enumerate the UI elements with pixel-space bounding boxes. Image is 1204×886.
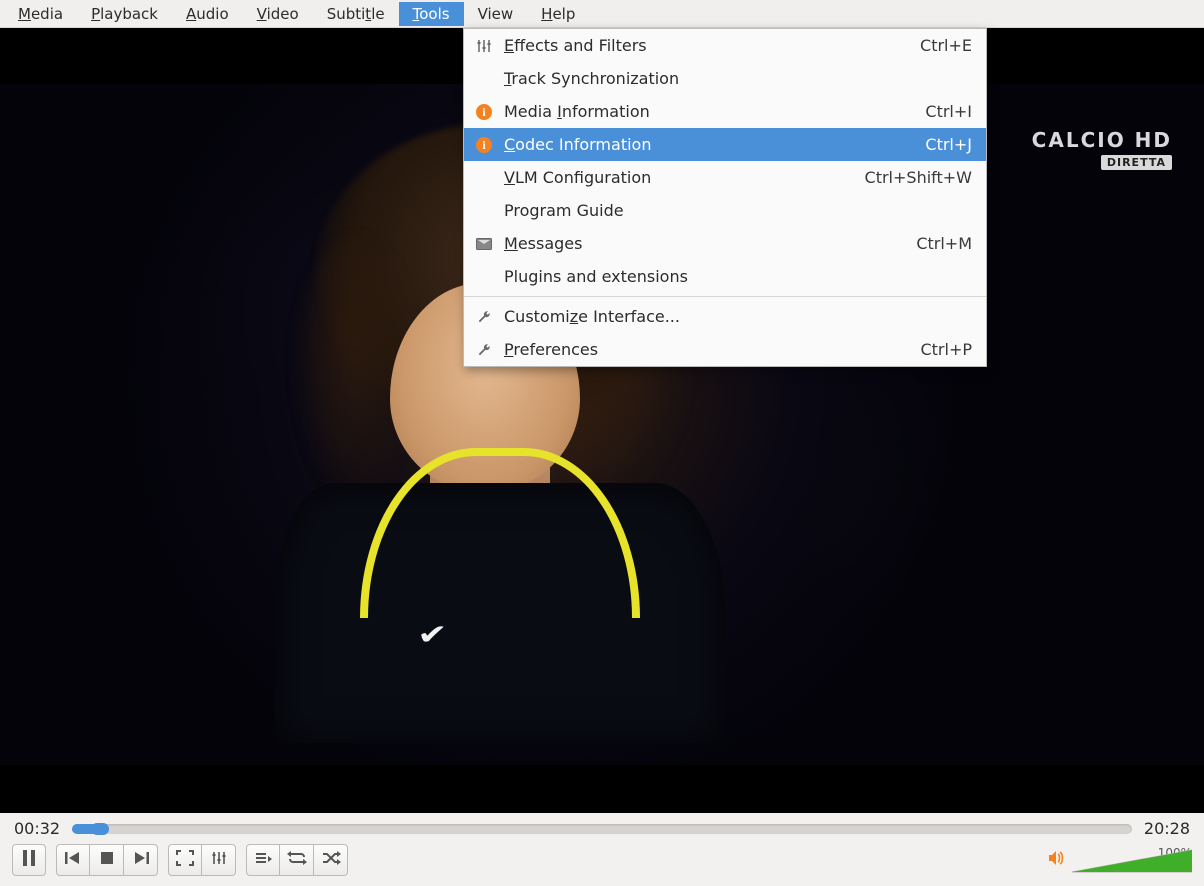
broadcast-channel: CALCIO HD (1032, 128, 1172, 152)
pause-icon (21, 849, 37, 871)
menu-video[interactable]: Video (243, 2, 313, 26)
menu-item-messages[interactable]: Messages Ctrl+M (464, 227, 986, 260)
menu-item-accel: Ctrl+I (905, 102, 972, 121)
next-icon (132, 851, 150, 869)
control-group-nav (56, 844, 158, 876)
menu-playback[interactable]: Playback (77, 2, 172, 26)
control-group-playlist (246, 844, 348, 876)
brand-swoosh: ✔ (417, 618, 442, 651)
blank-icon (474, 267, 494, 286)
control-group-play (12, 844, 46, 876)
next-button[interactable] (124, 844, 158, 876)
blank-icon (474, 201, 494, 220)
loop-icon (287, 851, 307, 869)
shuffle-icon (321, 851, 341, 869)
menu-item-accel: Ctrl+P (900, 340, 972, 359)
ext-settings-button[interactable] (202, 844, 236, 876)
volume-control[interactable]: 100% (1046, 846, 1192, 874)
control-toolbar: 100% (0, 840, 1204, 886)
stop-button[interactable] (90, 844, 124, 876)
menu-item-accel: Ctrl+E (900, 36, 972, 55)
broadcast-live-tag: DIRETTA (1101, 155, 1172, 170)
menu-item-customize-interface[interactable]: Customize Interface... (464, 300, 986, 333)
playlist-icon (254, 851, 272, 869)
menu-help[interactable]: Help (527, 2, 589, 26)
menu-subtitle[interactable]: Subtitle (313, 2, 399, 26)
prev-button[interactable] (56, 844, 90, 876)
menu-item-effects-and-filters[interactable]: Effects and Filters Ctrl+E (464, 29, 986, 62)
menu-item-label: Plugins and extensions (504, 267, 942, 286)
sliders-icon (474, 38, 494, 54)
info-icon: i (474, 137, 494, 153)
ext-sliders-icon (210, 850, 228, 870)
wrench-icon (474, 309, 494, 325)
shuffle-button[interactable] (314, 844, 348, 876)
tools-menu-dropdown[interactable]: Effects and Filters Ctrl+E Track Synchron… (463, 28, 987, 367)
menu-tools[interactable]: Tools (399, 2, 464, 26)
blank-icon (474, 168, 494, 187)
menu-item-label: Program Guide (504, 201, 942, 220)
menu-item-media-information[interactable]: i Media Information Ctrl+I (464, 95, 986, 128)
menu-item-label: Preferences (504, 340, 890, 359)
menu-item-label: Customize Interface... (504, 307, 942, 326)
menu-item-label: Codec Information (504, 135, 895, 154)
menu-item-program-guide[interactable]: Program Guide (464, 194, 986, 227)
menu-item-plugins-and-extensions[interactable]: Plugins and extensions (464, 260, 986, 293)
seek-bar[interactable] (72, 824, 1132, 834)
menu-item-codec-information[interactable]: i Codec Information Ctrl+J (464, 128, 986, 161)
prev-icon (64, 851, 82, 869)
broadcast-badge: CALCIO HD DIRETTA (1032, 128, 1172, 170)
menu-item-accel: Ctrl+Shift+W (845, 168, 972, 187)
time-elapsed: 00:32 (14, 819, 60, 838)
menu-view[interactable]: View (464, 2, 528, 26)
speaker-icon[interactable] (1046, 848, 1066, 872)
menu-item-label: Messages (504, 234, 886, 253)
menu-separator (464, 296, 986, 297)
seek-row: 00:32 20:28 (0, 813, 1204, 840)
seek-knob[interactable] (91, 823, 109, 835)
menu-item-accel: Ctrl+J (905, 135, 972, 154)
volume-slider[interactable] (1072, 848, 1192, 874)
wrench-icon (474, 342, 494, 358)
fullscreen-icon (176, 850, 194, 870)
menu-item-label: Effects and Filters (504, 36, 890, 55)
pause-button[interactable] (12, 844, 46, 876)
menu-item-vlm-configuration[interactable]: VLM Configuration Ctrl+Shift+W (464, 161, 986, 194)
menu-item-preferences[interactable]: Preferences Ctrl+P (464, 333, 986, 366)
messages-icon (474, 238, 494, 250)
menu-item-accel: Ctrl+M (896, 234, 972, 253)
menu-item-label: Track Synchronization (504, 69, 942, 88)
menubar: MediaPlaybackAudioVideoSubtitleToolsView… (0, 0, 1204, 28)
playlist-button[interactable] (246, 844, 280, 876)
info-icon: i (474, 104, 494, 120)
menu-item-track-synchronization[interactable]: Track Synchronization (464, 62, 986, 95)
loop-button[interactable] (280, 844, 314, 876)
time-total: 20:28 (1144, 819, 1190, 838)
blank-icon (474, 69, 494, 88)
fullscreen-button[interactable] (168, 844, 202, 876)
menu-item-label: VLM Configuration (504, 168, 835, 187)
menu-item-label: Media Information (504, 102, 895, 121)
menu-audio[interactable]: Audio (172, 2, 243, 26)
control-group-view (168, 844, 236, 876)
stop-icon (100, 851, 114, 869)
menu-media[interactable]: Media (4, 2, 77, 26)
